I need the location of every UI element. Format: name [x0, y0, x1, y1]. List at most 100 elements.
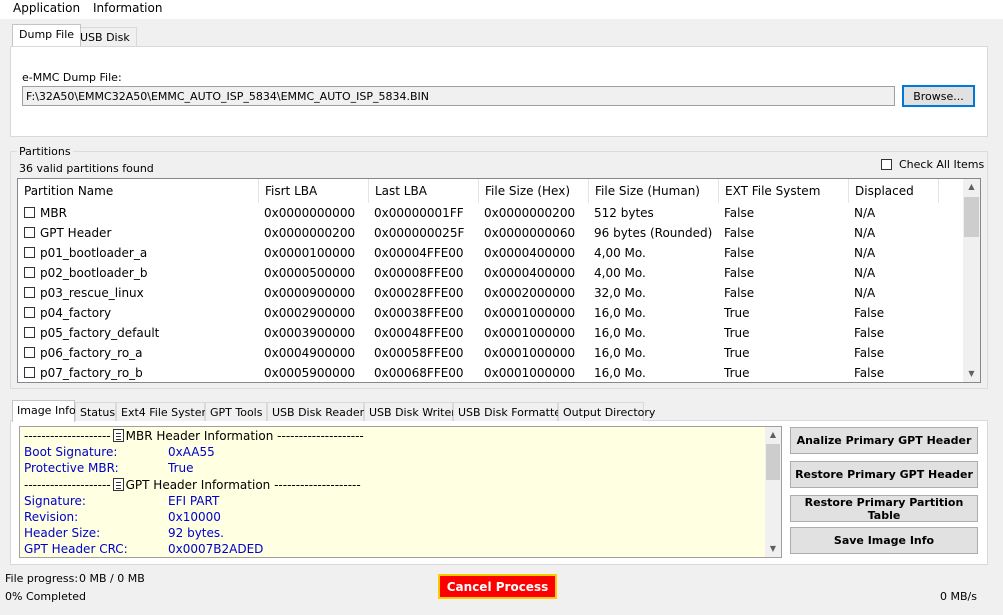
row-checkbox[interactable]: [24, 247, 35, 258]
table-cell: p05_factory_default: [40, 326, 160, 340]
col-displaced[interactable]: Displaced: [849, 179, 939, 203]
table-row[interactable]: GPT Header 0x0000000200 0x000000025F 0x0000…: [18, 223, 964, 243]
info-scrollbar[interactable]: ▲ ▼: [765, 427, 781, 557]
listview-scrollbar[interactable]: ▲ ▼: [963, 179, 980, 382]
gpt-section-title: GPT Header Information: [125, 478, 271, 492]
table-cell: 16,0 Mo.: [594, 326, 646, 340]
table-row[interactable]: p06_factory_ro_a 0x0004900000 0x00058FFE00…: [18, 343, 964, 363]
listview-header: Partition Name Fisrt LBA Last LBA File S…: [18, 179, 964, 203]
info-key: Signature:: [24, 494, 86, 508]
table-cell: 96 bytes (Rounded): [594, 226, 713, 240]
bottom-tab[interactable]: Status: [75, 402, 116, 421]
gpt-section-header: -------------------- GPT Header Informati…: [24, 478, 361, 494]
check-all-checkbox[interactable]: [881, 159, 892, 170]
table-cell: 0x0000900000: [264, 286, 356, 300]
table-cell: False: [854, 346, 885, 360]
table-cell: p04_factory: [40, 306, 112, 320]
table-cell: 0x00008FFE00: [374, 266, 464, 280]
info-value: EFI PART: [168, 494, 220, 508]
table-cell: 0x0000100000: [264, 246, 356, 260]
bottom-tab[interactable]: USB Disk Formatter: [453, 402, 566, 421]
browse-button[interactable]: Browse...: [902, 85, 975, 107]
menu-information[interactable]: Information: [93, 1, 162, 15]
table-row[interactable]: p03_rescue_linux 0x0000900000 0x00028FFE00…: [18, 283, 964, 303]
table-row[interactable]: p01_bootloader_a 0x0000100000 0x00004FFE00…: [18, 243, 964, 263]
col-file-size-hex[interactable]: File Size (Hex): [479, 179, 589, 203]
table-cell: 4,00 Mo.: [594, 266, 646, 280]
table-cell: p06_factory_ro_a: [40, 346, 143, 360]
table-cell: False: [724, 206, 755, 220]
restore-partition-table-button[interactable]: Restore Primary Partition Table: [790, 495, 978, 522]
table-cell: False: [854, 366, 885, 380]
save-image-info-button[interactable]: Save Image Info: [790, 527, 978, 554]
col-partition-name[interactable]: Partition Name: [18, 179, 259, 203]
table-cell: True: [724, 306, 750, 320]
col-ext-file-system[interactable]: EXT File System: [719, 179, 849, 203]
col-first-lba[interactable]: Fisrt LBA: [259, 179, 369, 203]
bottom-tab[interactable]: Ext4 File System: [116, 402, 212, 421]
table-cell: 32,0 Mo.: [594, 286, 646, 300]
analize-gpt-header-button[interactable]: Analize Primary GPT Header: [790, 427, 978, 454]
table-cell: N/A: [854, 246, 876, 260]
menu-application[interactable]: Application: [13, 1, 80, 15]
table-cell: p01_bootloader_a: [40, 246, 148, 260]
transfer-speed: 0 MB/s: [940, 590, 977, 603]
listview-scroll-thumb[interactable]: [964, 197, 979, 237]
chevron-up-icon[interactable]: ▲: [963, 182, 980, 191]
table-cell: 0x0002900000: [264, 306, 356, 320]
document-icon: [112, 429, 124, 442]
info-key: GPT Header CRC:: [24, 542, 128, 556]
table-row[interactable]: p04_factory 0x0002900000 0x00038FFE00 0x000…: [18, 303, 964, 323]
bottom-tab[interactable]: Image Info: [12, 400, 76, 422]
table-row[interactable]: MBR 0x0000000000 0x00000001FF 0x0000000200 5…: [18, 203, 964, 223]
info-scroll-thumb[interactable]: [766, 444, 780, 480]
row-checkbox[interactable]: [24, 347, 35, 358]
cancel-process-button[interactable]: Cancel Process: [438, 574, 557, 599]
table-cell: 0x00028FFE00: [374, 286, 464, 300]
table-cell: True: [724, 366, 750, 380]
image-info-textbox[interactable]: -------------------- MBR Header Informati…: [19, 426, 782, 558]
table-cell: False: [724, 266, 755, 280]
tab-usb-disk[interactable]: USB Disk: [73, 27, 137, 47]
bottom-tab[interactable]: Output Directory: [558, 402, 655, 421]
partitions-listview[interactable]: Partition Name Fisrt LBA Last LBA File S…: [17, 178, 981, 383]
check-all-label[interactable]: Check All Items: [899, 158, 984, 171]
table-cell: 0x0000000200: [264, 226, 356, 240]
tab-dump-file[interactable]: Dump File: [12, 24, 82, 46]
row-checkbox[interactable]: [24, 307, 35, 318]
row-checkbox[interactable]: [24, 267, 35, 278]
chevron-up-icon[interactable]: ▲: [765, 430, 781, 439]
table-cell: N/A: [854, 206, 876, 220]
table-cell: p03_rescue_linux: [40, 286, 144, 300]
bottom-tab[interactable]: GPT Tools: [205, 402, 267, 421]
row-checkbox[interactable]: [24, 287, 35, 298]
info-key: Boot Signature:: [24, 445, 118, 459]
table-cell: 16,0 Mo.: [594, 346, 646, 360]
table-cell: MBR: [40, 206, 67, 220]
chevron-down-icon[interactable]: ▼: [765, 544, 781, 553]
row-checkbox[interactable]: [24, 227, 35, 238]
dump-file-label: e-MMC Dump File:: [22, 71, 122, 84]
table-cell: True: [724, 326, 750, 340]
table-row[interactable]: p02_bootloader_b 0x0000500000 0x00008FFE00…: [18, 263, 964, 283]
info-value: 0xAA55: [168, 445, 215, 459]
table-cell: N/A: [854, 266, 876, 280]
row-checkbox[interactable]: [24, 367, 35, 378]
table-row[interactable]: p05_factory_default 0x0003900000 0x00048FF…: [18, 323, 964, 343]
row-checkbox[interactable]: [24, 327, 35, 338]
bottom-tab[interactable]: USB Disk Writer: [364, 402, 456, 421]
table-cell: GPT Header: [40, 226, 112, 240]
table-cell: 16,0 Mo.: [594, 306, 646, 320]
table-cell: 0x0001000000: [484, 366, 576, 380]
table-row[interactable]: p07_factory_ro_b 0x0005900000 0x00068FFE00…: [18, 363, 964, 382]
col-last-lba[interactable]: Last LBA: [369, 179, 479, 203]
col-file-size-human[interactable]: File Size (Human): [589, 179, 719, 203]
restore-gpt-header-button[interactable]: Restore Primary GPT Header: [790, 461, 978, 488]
row-checkbox[interactable]: [24, 207, 35, 218]
dump-file-path-input[interactable]: F:\32A50\EMMC32A50\EMMC_AUTO_ISP_5834\EM…: [22, 86, 895, 106]
table-cell: 0x0000500000: [264, 266, 356, 280]
bottom-tab[interactable]: USB Disk Reader: [267, 402, 364, 421]
chevron-down-icon[interactable]: ▼: [963, 369, 980, 378]
partitions-summary: 36 valid partitions found: [19, 162, 154, 175]
table-cell: False: [724, 246, 755, 260]
